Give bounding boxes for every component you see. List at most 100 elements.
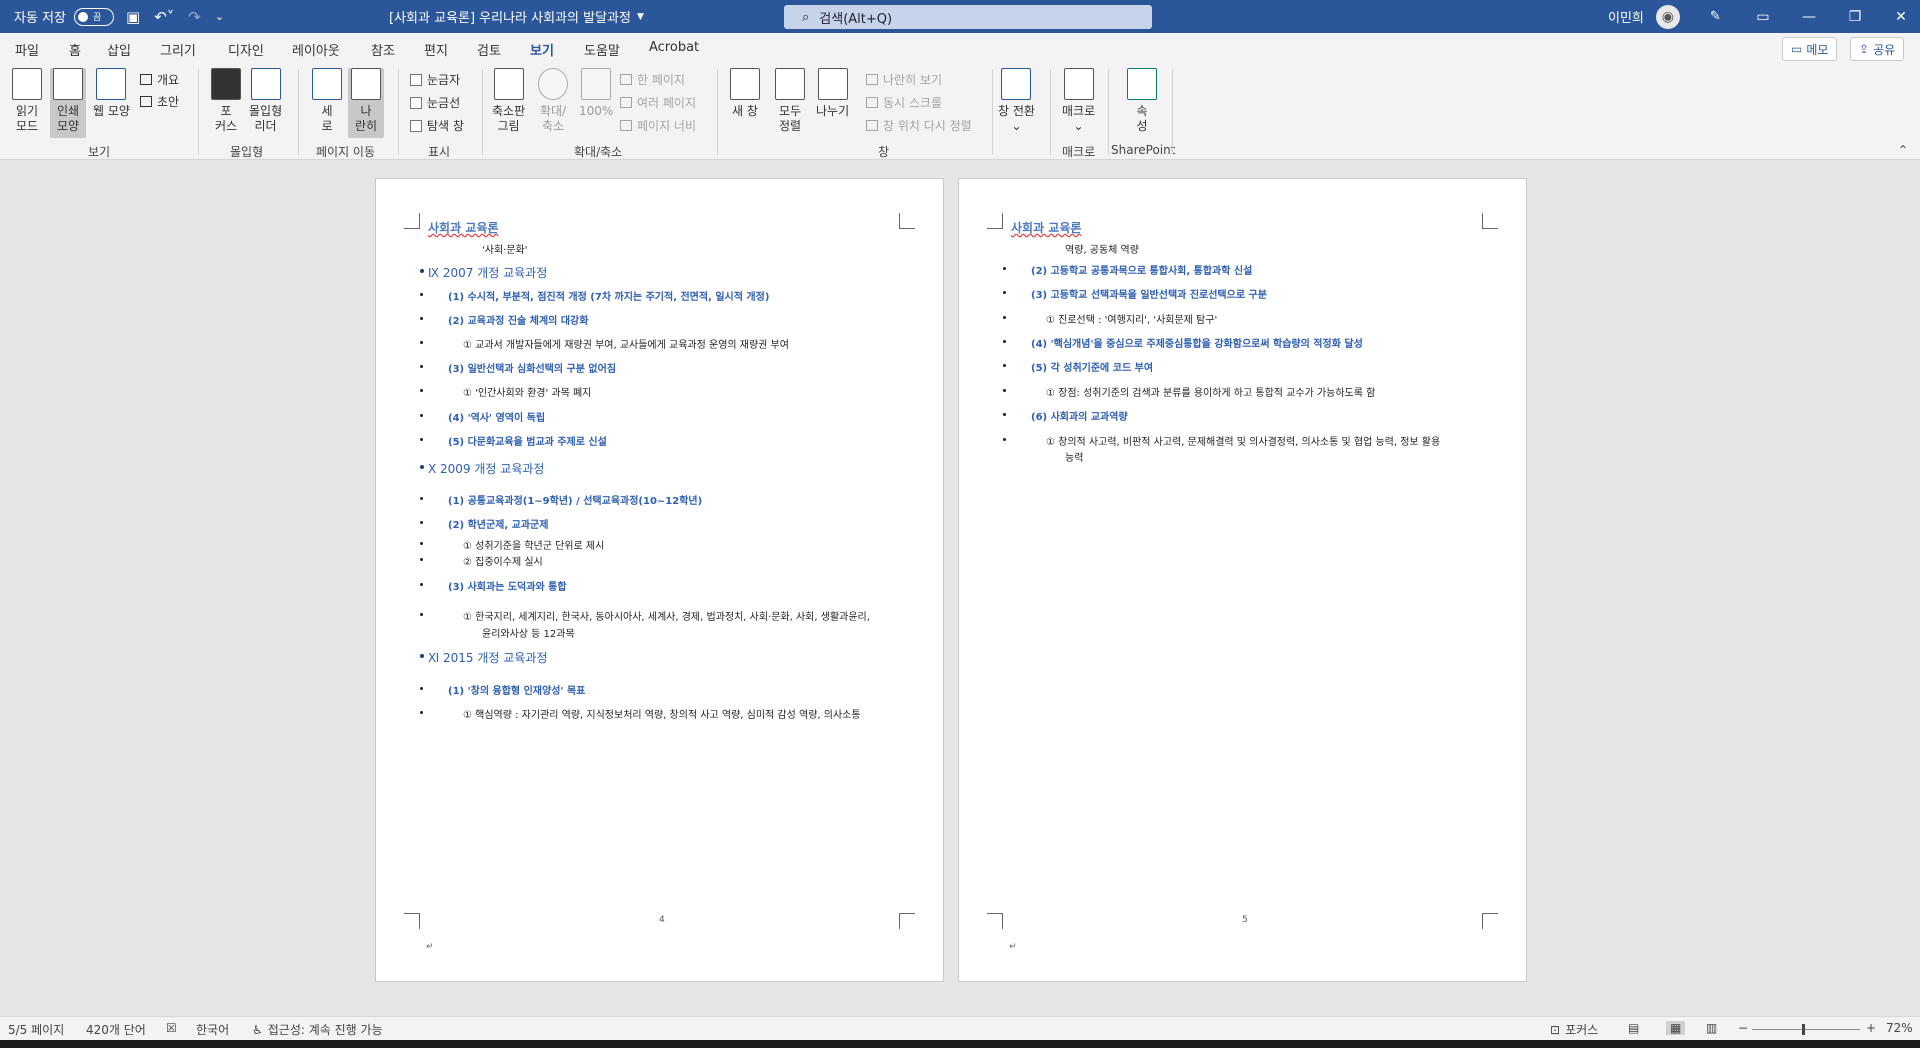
share-icon: ⇪ bbox=[1859, 42, 1870, 56]
zoom-out-icon[interactable]: − bbox=[1738, 1021, 1748, 1035]
web-layout-label: 웹 모양 bbox=[93, 104, 130, 118]
vertical-button[interactable]: 세 로 bbox=[312, 68, 342, 134]
menu-bar: 파일 홈 삽입 그리기 디자인 레이아웃 참조 편지 검토 보기 도움말 Acr… bbox=[0, 33, 1920, 66]
zoom-button[interactable]: 확대/ 축소 bbox=[538, 68, 568, 134]
tab-references[interactable]: 참조 bbox=[371, 40, 395, 59]
paragraph: ② 집중이수제 실시 bbox=[463, 557, 543, 568]
redo-icon[interactable]: ↷ bbox=[188, 8, 201, 26]
memo-button[interactable]: ▭ 메모 bbox=[1782, 37, 1838, 61]
autosave-toggle[interactable]: 끔 bbox=[73, 7, 114, 26]
zoom-100-label: 100% bbox=[579, 104, 614, 118]
zoom-in-icon[interactable]: + bbox=[1866, 1021, 1876, 1035]
focus-icon bbox=[211, 68, 241, 100]
accessibility-status[interactable]: ♿ 접근성: 계속 진행 가능 bbox=[252, 1021, 383, 1038]
tab-draw[interactable]: 그리기 bbox=[160, 40, 196, 59]
outline-button[interactable]: 개요 bbox=[140, 71, 179, 88]
sync-scroll-label: 동시 스크롤 bbox=[883, 96, 943, 110]
search-box[interactable]: ⌕ 검색(Alt+Q) bbox=[784, 5, 1152, 29]
bullet bbox=[420, 414, 423, 417]
tab-review[interactable]: 검토 bbox=[477, 40, 501, 59]
ruler-checkbox[interactable]: 눈금자 bbox=[410, 71, 460, 88]
autosave-control[interactable]: 자동 저장 끔 bbox=[14, 0, 114, 33]
paragraph: (3) 고등학교 선택과목을 일반선택과 진로선택으로 구분 bbox=[1031, 290, 1267, 301]
tab-layout[interactable]: 레이아웃 bbox=[292, 40, 340, 59]
sync-scroll-button[interactable]: 동시 스크롤 bbox=[866, 94, 942, 111]
view-side-by-side-button[interactable]: 나란히 보기 bbox=[866, 71, 942, 88]
ribbon-display-icon[interactable]: ▭ bbox=[1740, 9, 1786, 25]
tab-view[interactable]: 보기 bbox=[530, 40, 554, 66]
reset-window-button[interactable]: 창 위치 다시 정렬 bbox=[866, 117, 972, 134]
one-page-button[interactable]: 한 페이지 bbox=[620, 71, 685, 88]
document-canvas[interactable]: 사회과 교육론 '사회·문화' Ⅸ 2007 개정 교육과정 (1) 수시적, … bbox=[0, 160, 1920, 1016]
customize-icon[interactable]: ⌄ bbox=[215, 10, 224, 23]
document-page[interactable]: 사회과 교육론 역량, 공동체 역량 (2) 고등학교 공통과목으로 통합사회,… bbox=[958, 178, 1527, 982]
switch-window-button[interactable]: 창 전환 ⌄ bbox=[998, 68, 1035, 134]
checkbox-icon[interactable] bbox=[410, 73, 422, 86]
split-button[interactable]: 나누기 bbox=[816, 68, 849, 119]
thumbnail-button[interactable]: 축소판 그림 bbox=[492, 68, 525, 134]
document-title[interactable]: [사회과 교육론] 우리나라 사회과의 발달과정 ▼ bbox=[389, 0, 644, 33]
macro-button[interactable]: 매크로 ⌄ bbox=[1062, 68, 1095, 134]
proofing-icon[interactable]: ☒ bbox=[166, 1021, 177, 1035]
collapse-ribbon-icon[interactable]: ⌃ bbox=[1898, 143, 1908, 157]
read-mode-icon[interactable]: ▤ bbox=[1628, 1021, 1639, 1035]
page-count[interactable]: 5/5 페이지 bbox=[8, 1021, 64, 1038]
tab-design[interactable]: 디자인 bbox=[228, 40, 264, 59]
side-by-side-button[interactable]: 나 란히 bbox=[348, 68, 384, 138]
read-mode-button[interactable]: 읽기 모드 bbox=[12, 68, 42, 134]
zoom-slider[interactable] bbox=[1752, 1029, 1860, 1030]
new-window-button[interactable]: 새 창 bbox=[730, 68, 760, 119]
tab-file[interactable]: 파일 bbox=[15, 40, 39, 59]
gridlines-checkbox[interactable]: 눈금선 bbox=[410, 94, 460, 111]
checkbox-icon[interactable] bbox=[410, 96, 422, 109]
word-count[interactable]: 420개 단어 bbox=[86, 1021, 146, 1038]
bullet bbox=[420, 613, 423, 616]
page-width-button[interactable]: 페이지 너비 bbox=[620, 117, 696, 134]
focus-button[interactable]: 포 커스 bbox=[211, 68, 241, 134]
immersive-reader-button[interactable]: 몰입형 리더 bbox=[249, 68, 282, 134]
multi-page-button[interactable]: 여러 페이지 bbox=[620, 94, 696, 111]
properties-button[interactable]: 속 성 bbox=[1127, 68, 1157, 134]
print-layout-button[interactable]: 인쇄 모양 bbox=[50, 68, 86, 138]
autosave-label: 자동 저장 bbox=[14, 11, 66, 26]
nav-pane-checkbox[interactable]: 탐색 창 bbox=[410, 117, 464, 134]
arrange-all-button[interactable]: 모두 정렬 bbox=[775, 68, 805, 134]
web-layout-icon[interactable]: ▥ bbox=[1706, 1021, 1717, 1035]
restore-icon[interactable]: ❐ bbox=[1832, 9, 1878, 25]
save-icon[interactable]: ▣ bbox=[126, 8, 140, 26]
side-by-side-icon bbox=[351, 68, 381, 100]
web-layout-button[interactable]: 웹 모양 bbox=[93, 68, 130, 119]
avatar[interactable]: ◉ bbox=[1655, 4, 1680, 29]
bullet bbox=[1003, 291, 1006, 294]
document-page[interactable]: 사회과 교육론 '사회·문화' Ⅸ 2007 개정 교육과정 (1) 수시적, … bbox=[375, 178, 944, 982]
share-button[interactable]: ⇪ 공유 bbox=[1850, 37, 1905, 61]
tab-mailings[interactable]: 편지 bbox=[424, 40, 448, 59]
zoom-slider-thumb[interactable] bbox=[1802, 1024, 1805, 1035]
close-icon[interactable]: ✕ bbox=[1878, 9, 1920, 25]
multi-page-icon bbox=[620, 97, 632, 108]
crop-mark bbox=[404, 213, 420, 229]
language[interactable]: 한국어 bbox=[196, 1021, 229, 1038]
tab-acrobat[interactable]: Acrobat bbox=[649, 40, 699, 55]
focus-mode-button[interactable]: ⊡ 포커스 bbox=[1550, 1021, 1598, 1038]
vertical-label-1: 세 bbox=[321, 104, 333, 118]
group-separator bbox=[717, 69, 718, 155]
pen-icon[interactable]: ✎ bbox=[1710, 9, 1721, 24]
tab-help[interactable]: 도움말 bbox=[584, 40, 620, 59]
search-input[interactable]: 검색(Alt+Q) bbox=[819, 8, 892, 27]
bullet bbox=[1003, 267, 1006, 270]
undo-icon[interactable]: ↶˅ bbox=[154, 8, 174, 26]
zoom-100-button[interactable]: 100% bbox=[579, 68, 613, 119]
view-side-label: 나란히 보기 bbox=[883, 73, 943, 87]
side-by-side-label-2: 란히 bbox=[354, 119, 378, 133]
print-layout-icon[interactable]: ▦ bbox=[1666, 1021, 1686, 1035]
user-account[interactable]: 이민희 ◉ ✎ bbox=[1608, 0, 1721, 33]
ruler-label: 눈금자 bbox=[427, 73, 461, 87]
tab-home[interactable]: 홈 bbox=[69, 40, 81, 59]
tab-insert[interactable]: 삽입 bbox=[107, 40, 131, 59]
focus-label-2: 커스 bbox=[214, 119, 238, 133]
minimize-icon[interactable]: — bbox=[1786, 9, 1832, 25]
draft-button[interactable]: 초안 bbox=[140, 93, 179, 110]
checkbox-icon[interactable] bbox=[410, 119, 422, 132]
zoom-level[interactable]: 72% bbox=[1886, 1021, 1913, 1035]
